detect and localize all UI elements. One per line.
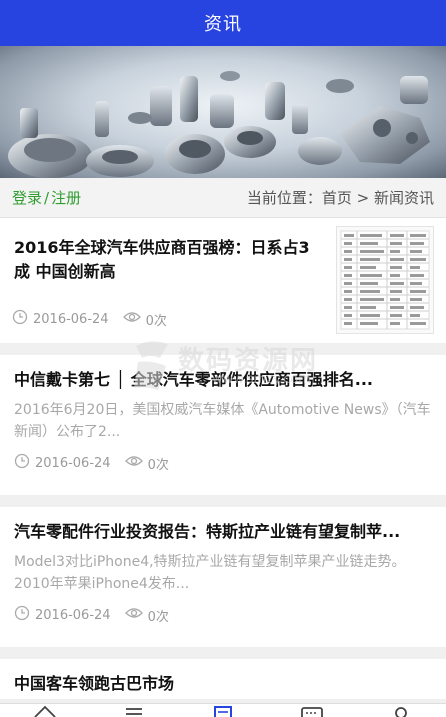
breadcrumb: 当前位置：首页 > 新闻资讯 (246, 189, 434, 207)
article-card[interactable]: 中国客车领跑古巴市场 (0, 659, 446, 699)
page-title: 资讯 (204, 14, 242, 35)
article-card[interactable]: 中信戴卡第七 │ 全球汽车零部件供应商百强排名... 2016年6月20日，美国… (0, 355, 446, 495)
article-title: 中国客车领跑古巴市场 (14, 674, 175, 693)
article-card[interactable]: 2016年全球汽车供应商百强榜：日系占3成 中国创新高 2016-06-24 0… (0, 218, 446, 343)
clock-icon (14, 453, 30, 473)
auth-separator: / (44, 189, 50, 207)
news-icon[interactable] (193, 704, 253, 717)
eye-icon (122, 310, 141, 328)
article-thumbnail (336, 226, 434, 334)
auth-links: 登录 / 注册 (12, 187, 81, 208)
article-meta: 2016-06-24 0次 (14, 605, 432, 625)
article-summary: Model3对比iPhone4,特斯拉产业链有望复制苹果产业链走势。2010年苹… (14, 554, 406, 592)
clock-icon (14, 605, 30, 625)
top-bar: 资讯 (0, 0, 446, 46)
user-icon[interactable] (371, 704, 431, 717)
article-views: 0次 (145, 313, 167, 329)
article-views: 0次 (147, 457, 169, 473)
eye-icon (124, 606, 143, 624)
article-title: 汽车零配件行业投资报告：特斯拉产业链有望复制苹... (14, 522, 401, 541)
list-icon[interactable] (104, 704, 164, 717)
article-meta: 2016-06-24 0次 (12, 309, 167, 329)
bottom-tab-bar (0, 703, 446, 717)
login-link[interactable]: 登录 (12, 189, 42, 207)
article-date: 2016-06-24 (35, 455, 111, 471)
article-title: 2016年全球汽车供应商百强榜：日系占3成 中国创新高 (14, 238, 310, 281)
article-date: 2016-06-24 (35, 607, 111, 623)
clock-icon (12, 309, 28, 329)
article-card[interactable]: 汽车零配件行业投资报告：特斯拉产业链有望复制苹... Model3对比iPhon… (0, 507, 446, 647)
eye-icon (124, 454, 143, 472)
home-icon[interactable] (15, 704, 75, 717)
article-summary: 2016年6月20日，美国权威汽车媒体《Automotive News》（汽车新… (14, 402, 431, 440)
app-screen: 资讯 登录 / 注册 当前位置：首页 > 新闻资讯 2016年全球汽车供应商百强… (0, 0, 446, 717)
article-meta: 2016-06-24 0次 (14, 453, 432, 473)
message-icon[interactable] (282, 704, 342, 717)
banner-image[interactable] (0, 46, 446, 178)
register-link[interactable]: 注册 (51, 189, 81, 207)
sub-navigation: 登录 / 注册 当前位置：首页 > 新闻资讯 (0, 178, 446, 218)
auto-parts-illustration (8, 71, 430, 178)
article-date: 2016-06-24 (33, 311, 109, 327)
article-views: 0次 (147, 609, 169, 625)
table-thumbnail-graphic (340, 230, 430, 330)
article-title: 中信戴卡第七 │ 全球汽车零部件供应商百强排名... (14, 370, 374, 389)
